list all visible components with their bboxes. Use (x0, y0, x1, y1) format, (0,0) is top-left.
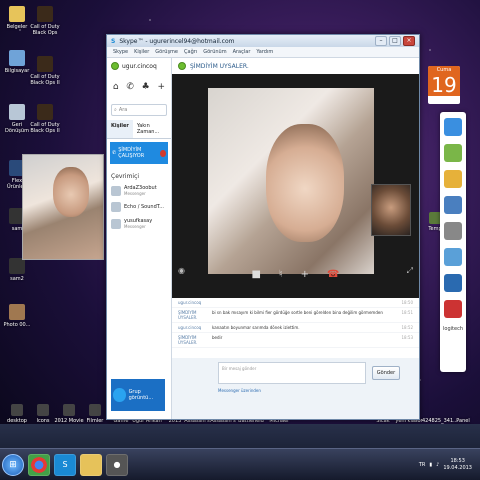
window-titlebar[interactable]: S Skype™ - ugurerincel94@hotmail.com – □… (107, 35, 419, 47)
online-section-label: Çevrimiçi (111, 173, 140, 180)
group-video-promo[interactable]: Grup görüntü... (111, 379, 165, 411)
end-call-icon[interactable]: ☎ (327, 269, 339, 280)
fullscreen-icon[interactable]: ⤢ (407, 266, 413, 276)
image-gadget-icon[interactable] (444, 144, 462, 162)
window-title: Skype™ - ugurerincel94@hotmail.com (119, 37, 235, 45)
video-call-area[interactable]: ◉ ■ ♮ + ☎ ⤢ (172, 74, 419, 298)
desktop-icon-sam2[interactable]: sam2 (2, 258, 32, 282)
desktop-icon-cod-2[interactable]: Call of Duty Black Ops II (30, 56, 60, 86)
conversation-panel: ŞİMDİYİM UYSALER. ◉ ■ ♮ + ☎ ⤢ ugur.cinco… (172, 58, 419, 419)
nav-icons: ⌂ ✆ ♣ + (107, 74, 171, 100)
online-status-icon (111, 62, 119, 70)
webcam-photo-thumbnail[interactable] (22, 154, 104, 260)
desktop-icon-belgeler[interactable]: Belgeler (2, 6, 32, 30)
add-participant-icon[interactable]: + (301, 269, 309, 280)
call-controls: ■ ♮ + ☎ (172, 262, 419, 286)
menu-bar: Skype Kişiler Görüşme Çağrı Görünüm Araç… (107, 47, 419, 58)
explorer-taskbar-icon[interactable] (80, 453, 102, 476)
start-button[interactable]: ⊞ (2, 453, 24, 476)
system-tray: TR ▮ ♪ 18:53 19.04.2013 (419, 458, 480, 472)
clock[interactable]: 18:53 19.04.2013 (443, 458, 472, 472)
power-gadget-icon[interactable] (444, 300, 462, 318)
microphone-icon[interactable]: ♮ (279, 269, 283, 280)
remote-video (208, 88, 374, 274)
taskbar-row: ⊞ S ● TR ▮ ♪ 18:53 19.04.2013 (0, 448, 480, 480)
tuner-gadget-icon[interactable] (444, 248, 462, 266)
menu-conversation[interactable]: Görüşme (155, 49, 178, 55)
contact-status-icon (178, 62, 186, 70)
menu-view[interactable]: Görünüm (203, 49, 226, 55)
calendar-gadget[interactable]: Cuma 19 (428, 66, 460, 104)
send-button[interactable]: Gönder (372, 366, 400, 380)
skype-window: S Skype™ - ugurerincel94@hotmail.com – □… (106, 34, 420, 420)
menu-tools[interactable]: Araçlar (233, 49, 251, 55)
maximize-button[interactable]: □ (389, 36, 401, 46)
close-button[interactable]: × (403, 36, 415, 46)
chat-message: ŞİMDİYİM UYSALER. bi sn bak mısayım ki bi… (172, 308, 419, 323)
group-video-icon (113, 388, 126, 402)
tools-gadget-icon[interactable] (444, 170, 462, 188)
help-gadget-icon[interactable] (444, 274, 462, 292)
menu-help[interactable]: Yardım (256, 49, 273, 55)
chat-history: ugur.cincoq 18:50 ŞİMDİYİM UYSALER. bi sn … (172, 298, 419, 358)
desktop-icon-recycle-bin[interactable]: Geri Dönüşüm (2, 104, 32, 134)
self-video-preview[interactable] (371, 184, 411, 236)
skype-logo-icon: S (111, 37, 116, 45)
desktop-icon-cod-3[interactable]: Call of Duty Black Ops II (30, 104, 60, 134)
contact-tabs: Kişiler Yakın Zaman... (107, 120, 171, 139)
group-icon[interactable]: ♣ (142, 82, 150, 92)
phone-icon: ✆ (112, 150, 117, 156)
media-taskbar-icon[interactable]: ● (106, 453, 128, 476)
contact-item[interactable]: ArdaZ3oobut Messenger (107, 182, 171, 199)
contact-item[interactable]: Echo / SoundT... (107, 199, 171, 215)
message-input[interactable]: Bir mesaj gönder (218, 362, 366, 384)
contacts-panel: ugur.cincoq ⌂ ✆ ♣ + ⌕ Ara Kişiler Yakın … (107, 58, 172, 419)
conversation-header: ŞİMDİYİM UYSALER. (172, 58, 419, 75)
chat-message: ŞİMDİYİM UYSALER. bedir 18:53 (172, 333, 419, 348)
menu-call[interactable]: Çağrı (184, 49, 197, 55)
conversation-title: ŞİMDİYİM UYSALER. (190, 62, 249, 70)
face-image (266, 124, 344, 242)
video-camera-icon[interactable]: ■ (252, 269, 261, 280)
menu-skype[interactable]: Skype (113, 49, 128, 55)
logitech-logo: logitech (443, 326, 463, 332)
active-call-item[interactable]: ✆ ŞİMDİYİM ÇALIŞIYOR (110, 142, 168, 164)
volume-icon[interactable]: ♪ (436, 462, 439, 468)
minimize-button[interactable]: – (375, 36, 387, 46)
network-icon[interactable]: ▮ (429, 462, 432, 468)
chat-message: ugur.cincoq 18:50 (172, 298, 419, 308)
tab-recent[interactable]: Yakın Zaman... (133, 120, 171, 138)
calendar-date: 19 (428, 74, 460, 96)
home-icon[interactable]: ⌂ (113, 82, 119, 92)
gears-gadget-icon[interactable] (444, 222, 462, 240)
user-gadget-icon[interactable] (444, 118, 462, 136)
tab-contacts[interactable]: Kişiler (107, 120, 133, 138)
add-contact-icon[interactable]: + (158, 82, 166, 92)
chat-message: ugur.cincoq kanaatın boyunmar sarımda dön… (172, 323, 419, 333)
send-via-selector[interactable]: Messenger üzerinden (218, 388, 261, 393)
avatar (111, 218, 121, 229)
desktop-icon-computer[interactable]: Bilgisayar (2, 50, 32, 74)
desktop-icon-photo[interactable]: Photo 00... (2, 304, 32, 328)
chrome-taskbar-icon[interactable] (28, 453, 50, 476)
face-image (53, 167, 89, 217)
taskbar: ⊞ S ● TR ▮ ♪ 18:53 19.04.2013 (0, 424, 480, 480)
avatar (111, 202, 121, 212)
gadget-sidebar: logitech (440, 112, 466, 372)
profile-name: ugur.cincoq (122, 62, 157, 70)
skype-taskbar-icon[interactable]: S (54, 453, 76, 476)
menu-contacts[interactable]: Kişiler (134, 49, 149, 55)
avatar (111, 185, 121, 196)
desktop-icon-cod-1[interactable]: Call of Duty Black Ops (30, 6, 60, 36)
search-input[interactable]: ⌕ Ara (111, 104, 167, 116)
search-icon: ⌕ (114, 107, 117, 113)
hangup-icon[interactable] (160, 149, 166, 157)
call-phone-icon[interactable]: ✆ (126, 82, 134, 92)
contact-item[interactable]: yusufkasay Messenger (107, 215, 171, 232)
language-indicator[interactable]: TR (419, 462, 426, 468)
window-gadget-icon[interactable] (444, 196, 462, 214)
my-profile[interactable]: ugur.cincoq (107, 58, 171, 74)
